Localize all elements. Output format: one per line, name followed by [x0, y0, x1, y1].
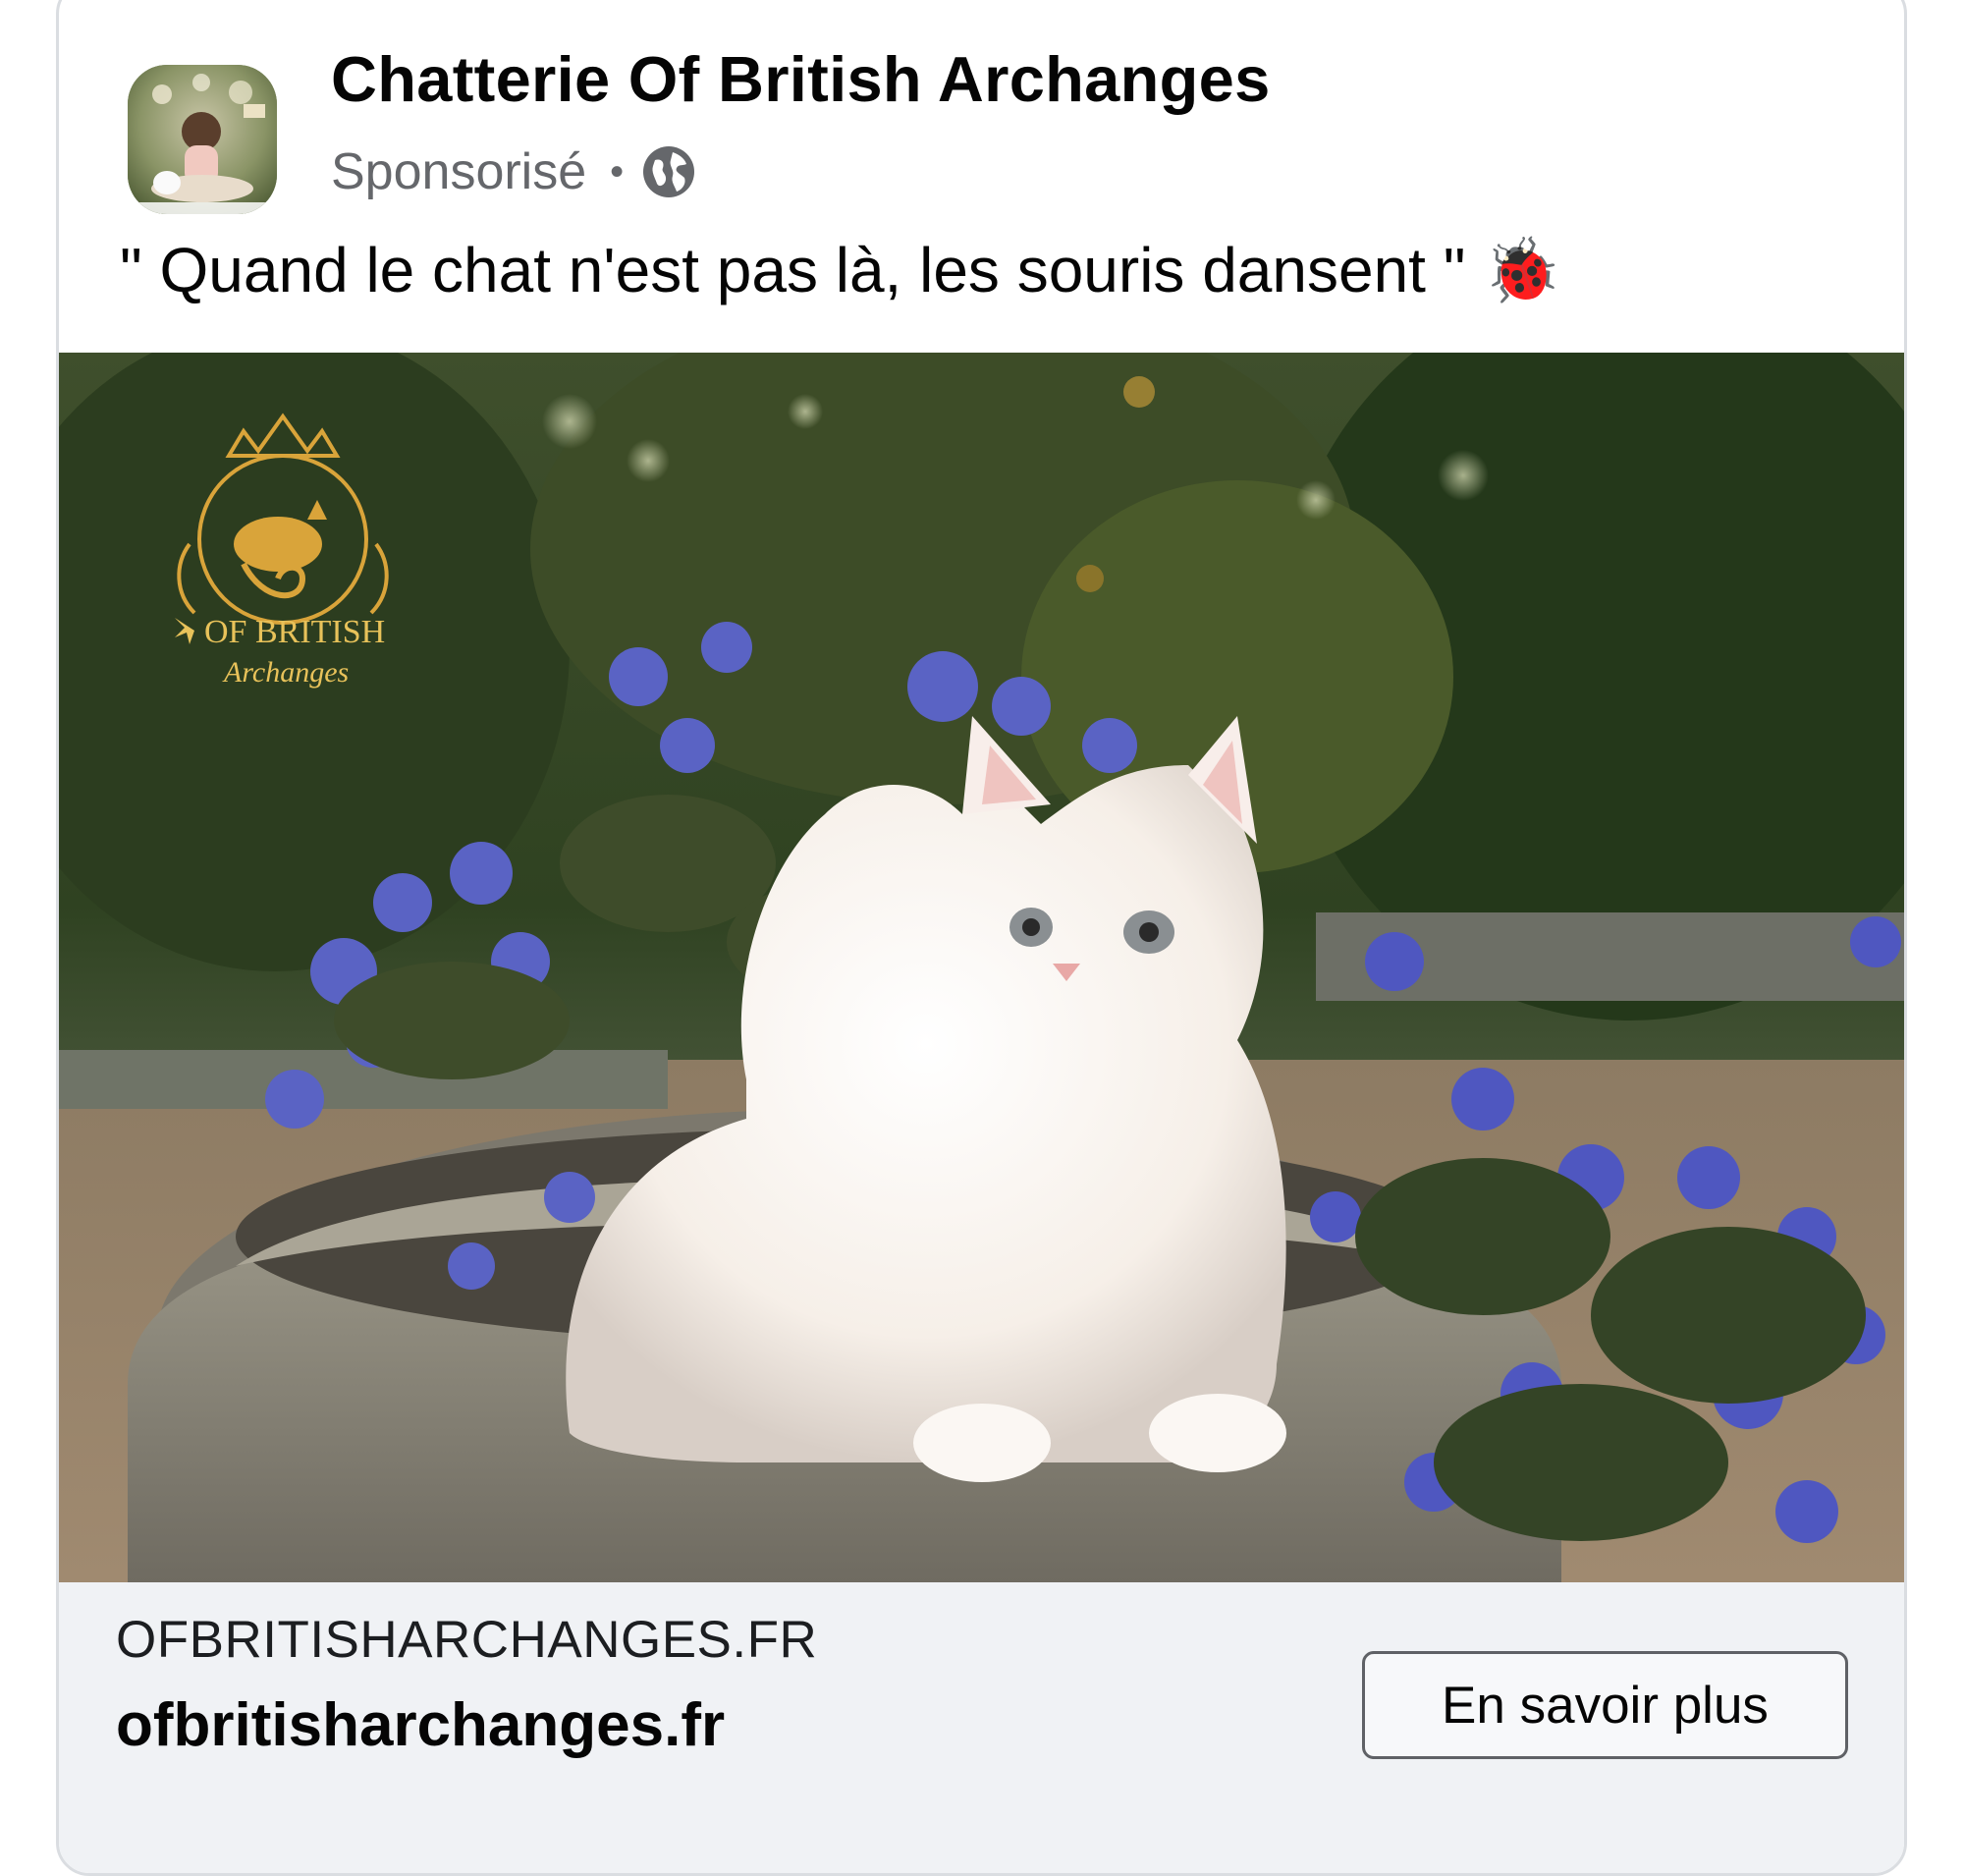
watermark-logo-text: OF BRITISH — [204, 614, 385, 650]
post-meta: Sponsorisé • — [331, 140, 696, 203]
sponsored-label[interactable]: Sponsorisé — [331, 142, 586, 201]
link-preview-bar[interactable]: OFBRITISHARCHANGES.FR ofbritisharchanges… — [59, 1582, 1904, 1873]
page-avatar[interactable] — [128, 65, 277, 214]
watermark-logo-subtext: Archanges — [222, 656, 349, 689]
link-domain-caps[interactable]: OFBRITISHARCHANGES.FR — [116, 1610, 817, 1670]
link-domain[interactable]: ofbritisharchanges.fr — [116, 1690, 725, 1760]
learn-more-button[interactable]: En savoir plus — [1362, 1651, 1848, 1759]
globe-icon[interactable] — [641, 144, 696, 199]
post-caption: " Quand le chat n'est pas là, les souris… — [120, 235, 1561, 305]
post-image-kitten[interactable]: OF BRITISH Archanges — [59, 353, 1904, 1582]
meta-separator: • — [610, 149, 625, 193]
page-name[interactable]: Chatterie Of British Archanges — [331, 42, 1271, 116]
sponsored-post-card: Chatterie Of British Archanges Sponsoris… — [56, 0, 1907, 1876]
